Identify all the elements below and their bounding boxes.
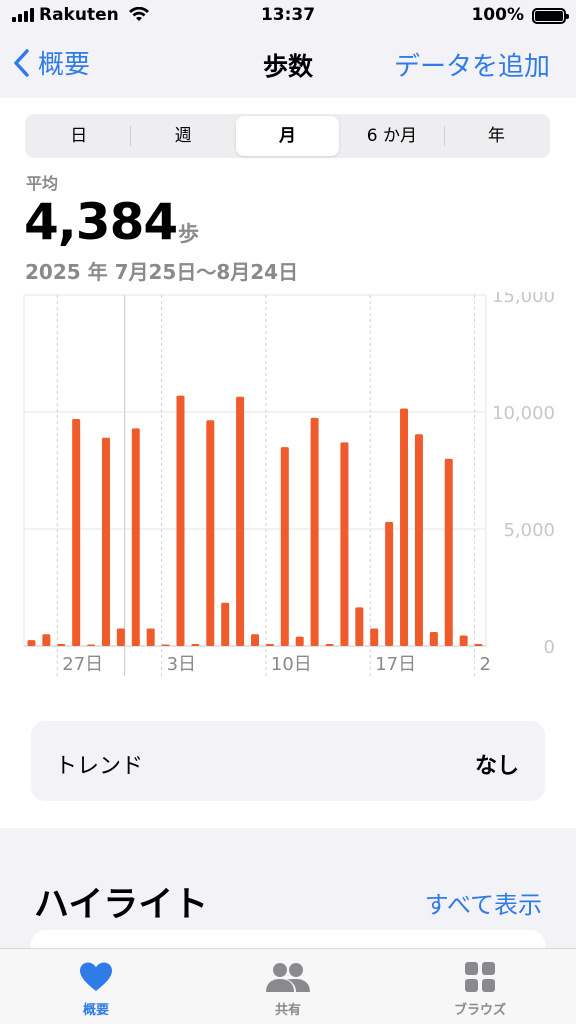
tab-sharing-label: 共有 xyxy=(274,1003,301,1018)
tab-browse[interactable]: ブラウズ xyxy=(384,949,576,1024)
step-bar xyxy=(72,419,81,646)
x-tick-label: 2 xyxy=(480,654,491,675)
step-bar xyxy=(87,644,96,646)
step-bar xyxy=(370,628,379,646)
grid-icon xyxy=(465,962,495,992)
tab-bar: 概要 共有 ブラウズ xyxy=(0,948,576,1024)
segment-month[interactable]: 月 xyxy=(235,116,340,156)
people-icon xyxy=(266,963,310,992)
highlights-title: ハイライト xyxy=(34,885,209,925)
battery-icon xyxy=(532,8,569,24)
y-tick-label: 15,000 xyxy=(492,292,555,307)
step-bar xyxy=(295,636,304,646)
add-data-button[interactable]: データを追加 xyxy=(394,46,550,83)
segment-6-months[interactable]: 6 か月 xyxy=(340,116,443,156)
step-bar xyxy=(176,395,185,646)
show-all-link[interactable]: すべて表示 xyxy=(425,885,542,920)
step-bar xyxy=(280,447,289,646)
step-bar xyxy=(221,602,230,646)
step-bar xyxy=(429,631,438,646)
average-unit: 歩 xyxy=(178,222,199,246)
step-bar xyxy=(57,644,66,646)
step-bar xyxy=(444,458,453,646)
step-bar xyxy=(131,428,140,646)
step-bar xyxy=(161,644,170,646)
segment-day[interactable]: 日 xyxy=(27,116,130,156)
step-bar xyxy=(101,437,110,646)
heart-icon xyxy=(80,962,112,991)
step-bar xyxy=(400,408,409,646)
step-bar xyxy=(265,644,274,646)
y-tick-label: 10,000 xyxy=(492,403,555,424)
steps-chart-svg[interactable]: 0 5,000 10,000 15,000 27日 3日 10日 17日 2 xyxy=(0,292,576,682)
average-label: 平均 xyxy=(26,174,59,193)
step-bar xyxy=(116,628,125,646)
step-bar xyxy=(325,644,334,646)
x-tick-label: 10日 xyxy=(271,654,312,675)
x-tick-label: 17日 xyxy=(375,654,416,675)
trend-row[interactable]: トレンド なし xyxy=(31,721,545,801)
date-range: 2025 年 7月25日～8月24日 xyxy=(25,260,299,284)
x-tick-label: 3日 xyxy=(167,654,196,675)
segment-week[interactable]: 週 xyxy=(131,116,234,156)
step-bar xyxy=(27,640,36,646)
tab-sharing[interactable]: 共有 xyxy=(192,949,384,1024)
step-bar xyxy=(414,434,423,646)
step-bar xyxy=(355,607,364,646)
step-bar xyxy=(340,442,349,646)
step-bar xyxy=(310,417,319,646)
step-bar xyxy=(236,396,245,646)
trend-value: なし xyxy=(474,754,519,779)
average-value: 4,384 xyxy=(24,193,178,251)
battery-percentage: 100% xyxy=(471,5,524,25)
step-bar xyxy=(146,628,155,646)
tab-summary[interactable]: 概要 xyxy=(0,949,192,1024)
segment-year[interactable]: 年 xyxy=(445,116,548,156)
trend-label: トレンド xyxy=(55,754,144,779)
step-bar xyxy=(191,644,200,646)
x-tick-label: 27日 xyxy=(62,654,103,675)
steps-chart[interactable]: 0 5,000 10,000 15,000 27日 3日 10日 17日 2 xyxy=(0,292,576,682)
y-tick-label: 0 xyxy=(544,637,555,658)
period-segmented-control: 日 週 月 6 か月 年 xyxy=(25,114,550,158)
step-bar xyxy=(42,634,51,646)
status-bar: Rakuten 13:37 100% xyxy=(0,0,576,32)
step-bar xyxy=(206,420,215,646)
y-tick-label: 5,000 xyxy=(503,520,555,541)
tab-summary-label: 概要 xyxy=(82,1003,109,1018)
tab-browse-label: ブラウズ xyxy=(453,1003,506,1018)
step-bar xyxy=(459,635,468,646)
step-bar xyxy=(474,644,483,646)
navigation-bar: 概要 歩数 データを追加 xyxy=(0,32,576,98)
steps-card: 日 週 月 6 か月 年 平均 4,384 歩 2025 年 7月25日～8月2… xyxy=(0,98,576,828)
step-bar xyxy=(385,521,394,646)
step-bar xyxy=(251,634,259,646)
